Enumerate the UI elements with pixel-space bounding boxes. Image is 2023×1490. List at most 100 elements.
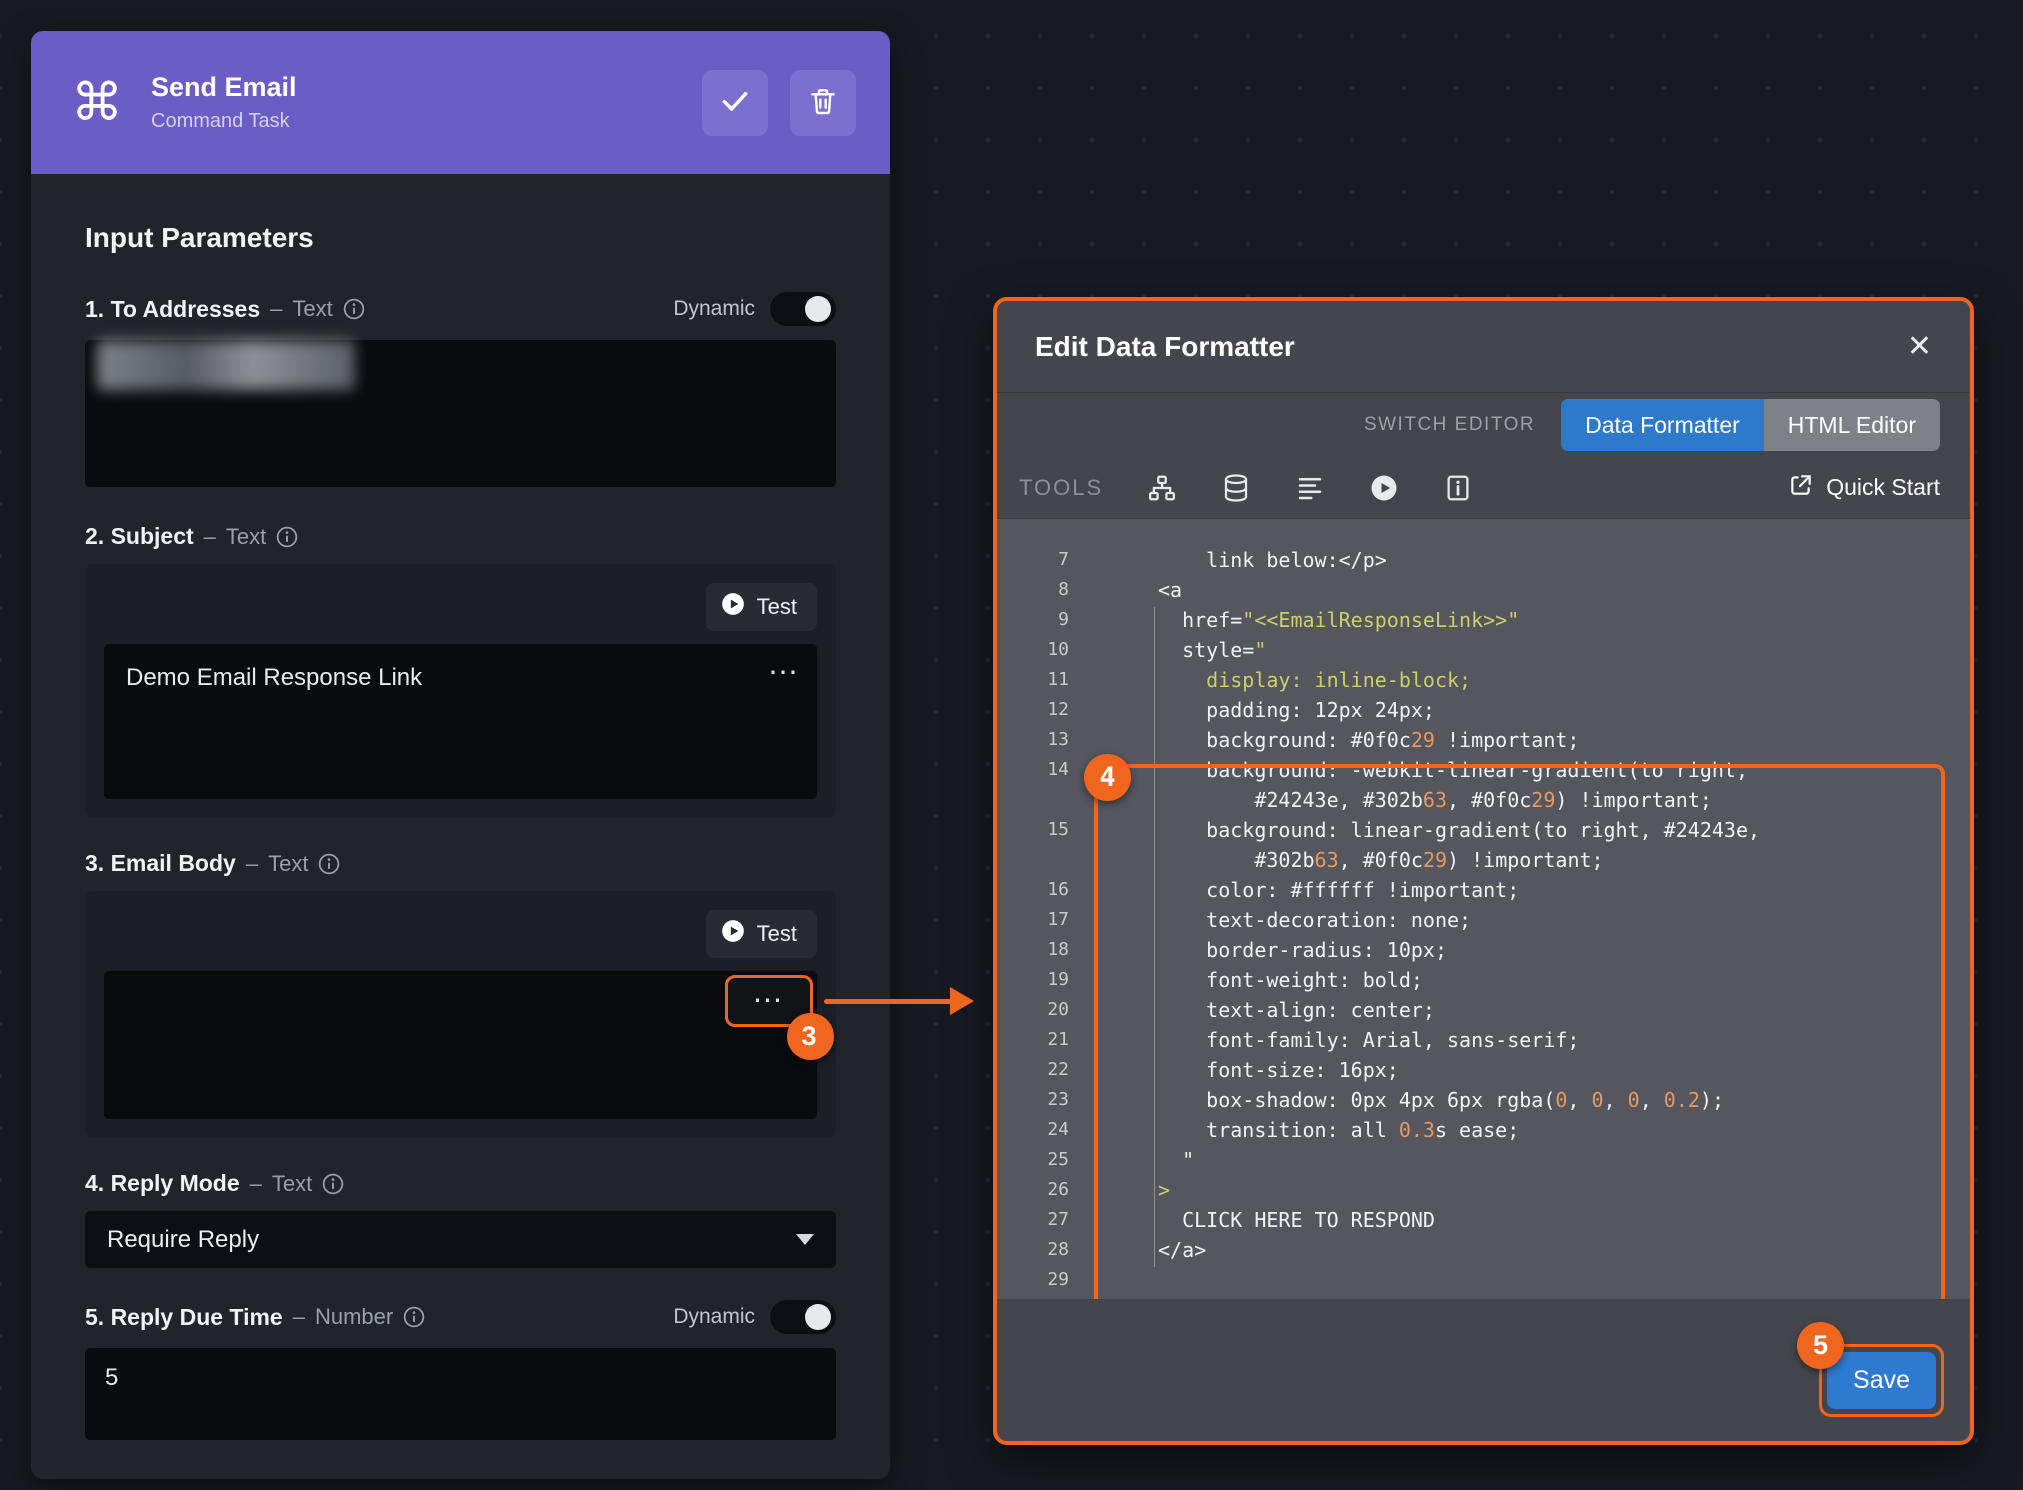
param-email-body-type: Text (268, 851, 308, 877)
edit-data-formatter-modal: Edit Data Formatter ✕ SWITCH EDITOR Data… (993, 297, 1974, 1445)
code-lines: 7 link below:</p>8<a9 href="<<EmailRespo… (997, 545, 1970, 1295)
code-row: 26> (997, 1175, 1970, 1205)
file-info-icon[interactable] (1443, 473, 1473, 503)
reply-due-time-input[interactable]: 5 (85, 1348, 836, 1440)
redacted-to-address-value (97, 340, 355, 390)
code-row: 10 style=" (997, 635, 1970, 665)
email-body-input[interactable]: ⋯ 3 (104, 971, 817, 1119)
trash-icon (807, 85, 839, 120)
switch-editor-label: SWITCH EDITOR (1364, 414, 1535, 436)
code-row: 22 font-size: 16px; (997, 1055, 1970, 1085)
code-editor[interactable]: 7 link below:</p>8<a9 href="<<EmailRespo… (997, 519, 1970, 1299)
reply-due-time-value: 5 (105, 1364, 118, 1391)
dynamic-toggle-to-addresses[interactable] (770, 292, 836, 326)
info-icon[interactable] (276, 526, 298, 548)
sitemap-icon[interactable] (1147, 473, 1177, 503)
code-row: 24 transition: all 0.3s ease; (997, 1115, 1970, 1145)
param-reply-mode-sep: – (250, 1171, 262, 1197)
task-subtitle: Command Task (151, 110, 702, 133)
task-header: ⌘ Send Email Command Task (31, 31, 890, 174)
code-row: 29 (997, 1265, 1970, 1295)
code-row: 18 border-radius: 10px; (997, 935, 1970, 965)
test-button-label: Test (757, 594, 797, 620)
annotation-rect-save: 5 Save (1819, 1344, 1944, 1417)
close-icon[interactable]: ✕ (1907, 332, 1932, 362)
code-row: 28</a> (997, 1235, 1970, 1265)
info-icon[interactable] (343, 298, 365, 320)
code-row: 21 font-family: Arial, sans-serif; (997, 1025, 1970, 1055)
delete-button[interactable] (790, 70, 856, 136)
annotation-arrow (824, 986, 976, 1016)
code-row: 27 CLICK HERE TO RESPOND (997, 1205, 1970, 1235)
task-card: ⌘ Send Email Command Task Input Paramete… (31, 31, 890, 1479)
toggle-knob (805, 1304, 831, 1330)
info-icon[interactable] (318, 853, 340, 875)
code-row: #24243e, #302b63, #0f0c29) !important; (997, 785, 1970, 815)
tools-bar: TOOLS Quick Start (997, 457, 1970, 519)
param-email-body-sep: – (246, 851, 258, 877)
tab-data-formatter[interactable]: Data Formatter (1561, 399, 1764, 451)
quick-start-button[interactable]: Quick Start (1788, 472, 1940, 504)
code-row: #302b63, #0f0c29) !important; (997, 845, 1970, 875)
code-row: 17 text-decoration: none; (997, 905, 1970, 935)
code-row: 9 href="<<EmailResponseLink>>" (997, 605, 1970, 635)
quick-start-label: Quick Start (1826, 474, 1940, 501)
indent-guide (1154, 607, 1155, 1267)
code-row: 15 background: linear-gradient(to right,… (997, 815, 1970, 845)
reply-mode-select[interactable]: Require Reply (85, 1211, 836, 1268)
command-icon: ⌘ (71, 77, 123, 129)
toggle-knob (805, 296, 831, 322)
editor-switch-row: SWITCH EDITOR Data Formatter HTML Editor (997, 393, 1970, 457)
confirm-button[interactable] (702, 70, 768, 136)
modal-footer: 5 Save (997, 1299, 1970, 1439)
param-reply-due-time-type: Number (315, 1304, 393, 1330)
code-row: 13 background: #0f0c29 !important; (997, 725, 1970, 755)
save-button[interactable]: Save (1827, 1352, 1936, 1409)
email-body-field-group: Test ⋯ 3 (85, 891, 836, 1138)
input-parameters-heading: Input Parameters (85, 222, 836, 254)
param-to-addresses-label: 1. To Addresses (85, 296, 260, 323)
info-icon[interactable] (403, 1306, 425, 1328)
param-reply-mode-label: 4. Reply Mode (85, 1170, 240, 1197)
code-row: 8<a (997, 575, 1970, 605)
param-subject-label: 2. Subject (85, 523, 194, 550)
test-button-email-body[interactable]: Test (706, 910, 817, 958)
play-icon (720, 591, 746, 623)
chevron-down-icon (796, 1234, 814, 1245)
param-email-body-label: 3. Email Body (85, 850, 236, 877)
code-row: 23 box-shadow: 0px 4px 6px rgba(0, 0, 0,… (997, 1085, 1970, 1115)
code-row: 12 padding: 12px 24px; (997, 695, 1970, 725)
modal-title: Edit Data Formatter (1035, 331, 1295, 363)
subject-value: Demo Email Response Link (126, 664, 422, 691)
code-row: 7 link below:</p> (997, 545, 1970, 575)
check-icon (719, 85, 751, 120)
dynamic-label: Dynamic (673, 1305, 755, 1329)
modal-header: Edit Data Formatter ✕ (997, 301, 1970, 393)
code-row: 11 display: inline-block; (997, 665, 1970, 695)
code-row: 20 text-align: center; (997, 995, 1970, 1025)
more-options-label: ⋯ (753, 986, 786, 1016)
info-icon[interactable] (322, 1173, 344, 1195)
database-icon[interactable] (1221, 473, 1251, 503)
param-reply-due-time-label: 5. Reply Due Time (85, 1304, 283, 1331)
dynamic-toggle-reply-due-time[interactable] (770, 1300, 836, 1334)
param-reply-due-time-sep: – (293, 1304, 305, 1330)
to-addresses-input[interactable] (85, 340, 836, 487)
align-lines-icon[interactable] (1295, 473, 1325, 503)
code-row: 16 color: #ffffff !important; (997, 875, 1970, 905)
play-circle-icon[interactable] (1369, 473, 1399, 503)
test-button-subject[interactable]: Test (706, 583, 817, 631)
param-subject-type: Text (226, 524, 266, 550)
more-options-button-email-body[interactable]: ⋯ 3 (725, 975, 813, 1027)
more-options-button-subject[interactable]: ⋯ (768, 658, 801, 688)
task-title: Send Email (151, 72, 702, 103)
reply-mode-value: Require Reply (107, 1226, 259, 1254)
tab-html-editor[interactable]: HTML Editor (1764, 399, 1940, 451)
param-reply-mode-type: Text (272, 1171, 312, 1197)
code-row: 25 " (997, 1145, 1970, 1175)
subject-field-group: Test Demo Email Response Link ⋯ (85, 564, 836, 818)
subject-input[interactable]: Demo Email Response Link ⋯ (104, 644, 817, 799)
param-to-addresses-type: Text (292, 296, 332, 322)
tools-label: TOOLS (1019, 475, 1103, 501)
param-subject-sep: – (204, 524, 216, 550)
